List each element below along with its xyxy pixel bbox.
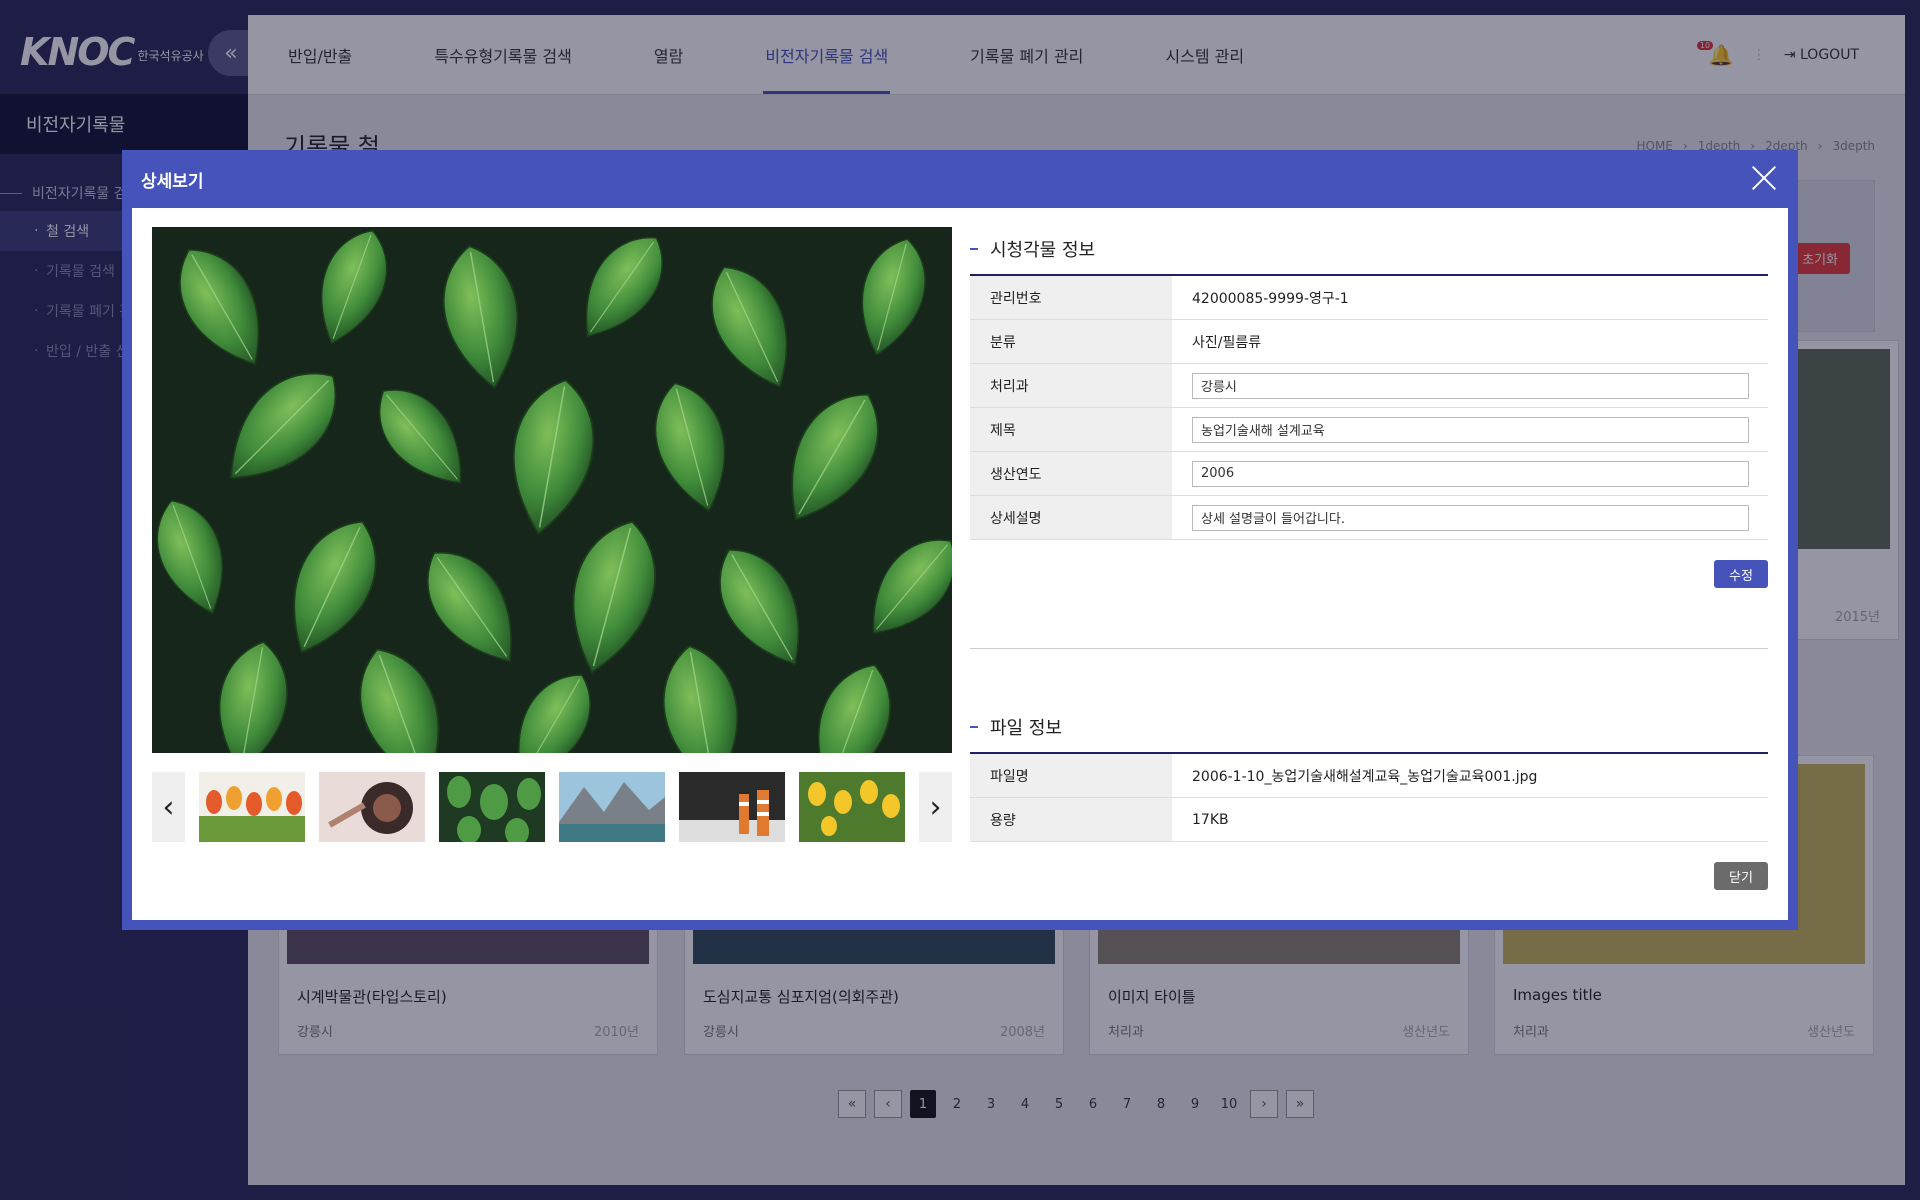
info-row-department: 처리과 [970, 364, 1768, 408]
thumbnail-mountains[interactable] [559, 772, 665, 842]
thumbnail-strip: ‹ › [152, 772, 952, 842]
section-title: 시청각물 정보 [970, 236, 1768, 276]
info-row-management-no: 관리번호 42000085-9999-영구-1 [970, 276, 1768, 320]
thumbnail-next-button[interactable]: › [919, 772, 952, 842]
row-label: 상세설명 [970, 496, 1172, 539]
av-info-title: 시청각물 정보 [990, 240, 1096, 261]
thumbnail-road-barriers[interactable] [679, 772, 785, 842]
row-value: 2006-1-10_농업기술새해설계교육_농업기술교육001.jpg [1192, 768, 1538, 785]
leaf-photo [152, 227, 952, 753]
description-input[interactable] [1192, 504, 1749, 531]
row-label: 처리과 [970, 364, 1172, 407]
thumbnail-leaves[interactable] [439, 772, 545, 842]
row-label: 용량 [970, 798, 1172, 841]
row-value-cell [1172, 452, 1768, 495]
department-input[interactable] [1192, 372, 1749, 399]
info-row-year: 생산연도 [970, 452, 1768, 496]
row-value: 42000085-9999-영구-1 [1192, 290, 1349, 307]
chevron-left-icon: ‹ [162, 789, 175, 825]
thumbnail-prev-button[interactable]: ‹ [152, 772, 185, 842]
modal-title: 상세보기 [141, 171, 204, 192]
section-marker [970, 726, 978, 728]
file-row-size: 용량 17KB [970, 798, 1768, 842]
modal-body: ‹ › 시청각물 정보 관리번호 42000085-9999-영구-1 분류 사… [132, 208, 1788, 920]
row-value: 사진/필름류 [1192, 334, 1262, 351]
row-label: 생산연도 [970, 452, 1172, 495]
section-divider [970, 648, 1768, 649]
av-info-section: 시청각물 정보 관리번호 42000085-9999-영구-1 분류 사진/필름… [970, 236, 1768, 540]
row-value-cell [1172, 408, 1768, 451]
row-value: 17KB [1192, 811, 1229, 828]
file-info-section: 파일 정보 파일명 2006-1-10_농업기술새해설계교육_농업기술교육001… [970, 714, 1768, 842]
row-value-cell [1172, 496, 1768, 539]
close-button[interactable]: 닫기 [1714, 862, 1768, 890]
thumbnail-tulips[interactable] [199, 772, 305, 842]
file-info-title: 파일 정보 [990, 718, 1062, 739]
year-input[interactable] [1192, 460, 1749, 487]
chevron-right-icon: › [929, 789, 942, 825]
image-viewer [152, 227, 952, 753]
row-label: 제목 [970, 408, 1172, 451]
close-icon[interactable] [1750, 164, 1778, 192]
title-input[interactable] [1192, 416, 1749, 443]
row-label: 관리번호 [970, 276, 1172, 319]
modal-header: 상세보기 [122, 150, 1798, 208]
section-title: 파일 정보 [970, 714, 1768, 754]
edit-button[interactable]: 수정 [1714, 560, 1768, 588]
info-row-category: 분류 사진/필름류 [970, 320, 1768, 364]
thumbnail-camera[interactable] [319, 772, 425, 842]
row-label: 파일명 [970, 754, 1172, 797]
thumbnail-list [199, 772, 905, 842]
info-row-description: 상세설명 [970, 496, 1768, 540]
info-row-title: 제목 [970, 408, 1768, 452]
section-marker [970, 248, 978, 250]
row-label: 분류 [970, 320, 1172, 363]
row-value-cell [1172, 364, 1768, 407]
detail-modal: 상세보기 ‹ › 시청각물 정보 관리번호 42000085-9999-영구-1… [122, 150, 1798, 930]
file-row-name: 파일명 2006-1-10_농업기술새해설계교육_농업기술교육001.jpg [970, 754, 1768, 798]
thumbnail-yellow-tulips[interactable] [799, 772, 905, 842]
